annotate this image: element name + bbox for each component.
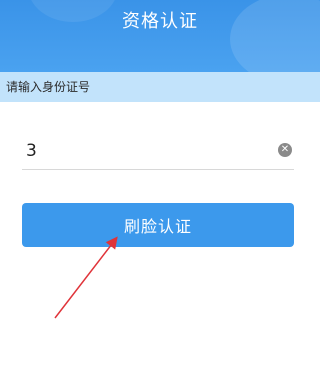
face-verify-button[interactable]: 刷脸认证: [22, 203, 294, 247]
id-hint-label: 请输入身份证号: [6, 80, 91, 94]
header-bar: 资格认证: [0, 0, 320, 72]
page-title: 资格认证: [122, 11, 198, 32]
hint-bar: 请输入身份证号: [0, 72, 320, 102]
arrow-line: [54, 236, 118, 319]
redaction-mask: [36, 145, 236, 159]
clear-icon[interactable]: ✕: [278, 143, 292, 157]
id-number-field[interactable]: 3 ✕: [22, 130, 294, 170]
